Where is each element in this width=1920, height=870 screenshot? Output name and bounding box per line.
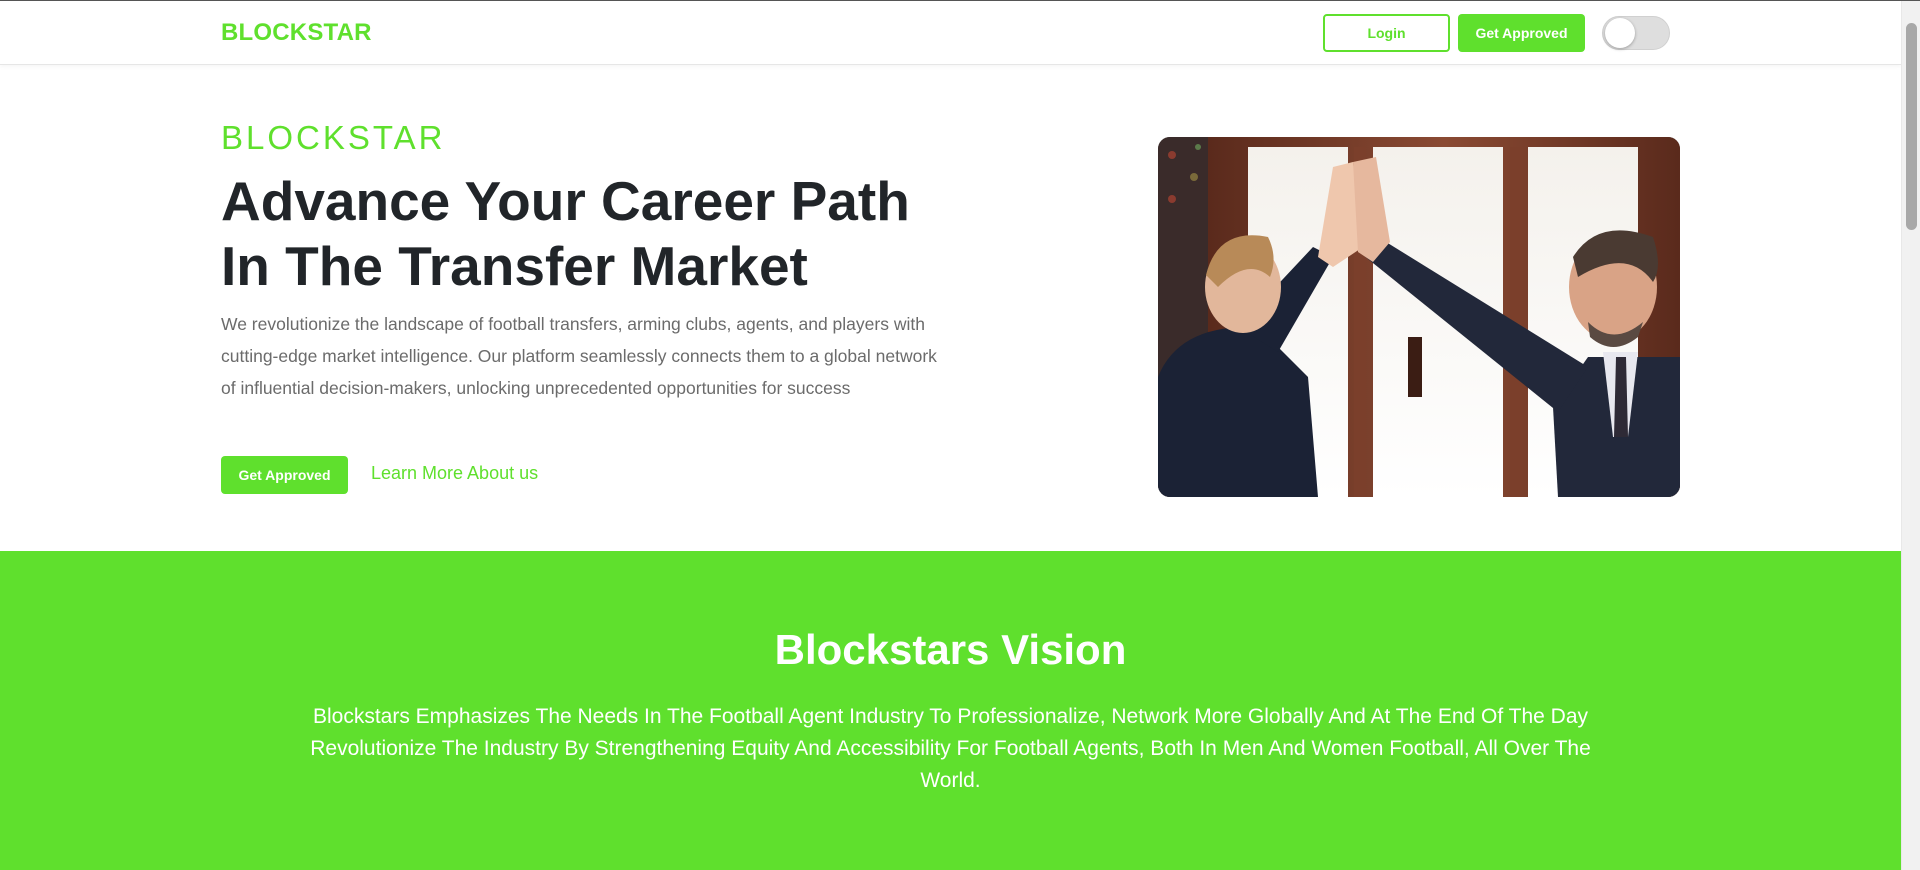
hero-photo-high-five	[1158, 137, 1680, 497]
learn-more-link[interactable]: Learn More About us	[371, 463, 538, 484]
vision-title: Blockstars Vision	[774, 626, 1127, 673]
get-approved-hero-button[interactable]: Get Approved	[221, 456, 348, 494]
vertical-scrollbar[interactable]	[1901, 1, 1920, 870]
hero-lead-paragraph: We revolutionize the landscape of footba…	[221, 314, 937, 398]
vision-section: Blockstars Vision Blockstars Emphasizes …	[0, 551, 1901, 870]
toggle-knob-icon	[1605, 18, 1635, 48]
hero-headline-line-1: Advance Your Career Path	[221, 170, 910, 232]
hero-headline: Advance Your Career Path In The Transfer…	[221, 169, 941, 299]
get-approved-nav-button[interactable]: Get Approved	[1458, 14, 1585, 52]
page-content: BLOCKSTAR Login Get Approved BLOCKSTAR A…	[0, 1, 1901, 870]
login-button[interactable]: Login	[1323, 14, 1450, 52]
hero-headline-line-2: In The Transfer Market	[221, 235, 808, 297]
scrollbar-thumb[interactable]	[1906, 23, 1917, 230]
brand-logo[interactable]: BLOCKSTAR	[221, 19, 372, 47]
theme-toggle-switch[interactable]	[1602, 16, 1670, 50]
page: BLOCKSTAR Login Get Approved BLOCKSTAR A…	[0, 0, 1920, 870]
vision-text: Blockstars Emphasizes The Needs In The F…	[310, 705, 1591, 792]
navbar: BLOCKSTAR Login Get Approved	[0, 1, 1901, 65]
hero-eyebrow: BLOCKSTAR	[221, 119, 446, 156]
